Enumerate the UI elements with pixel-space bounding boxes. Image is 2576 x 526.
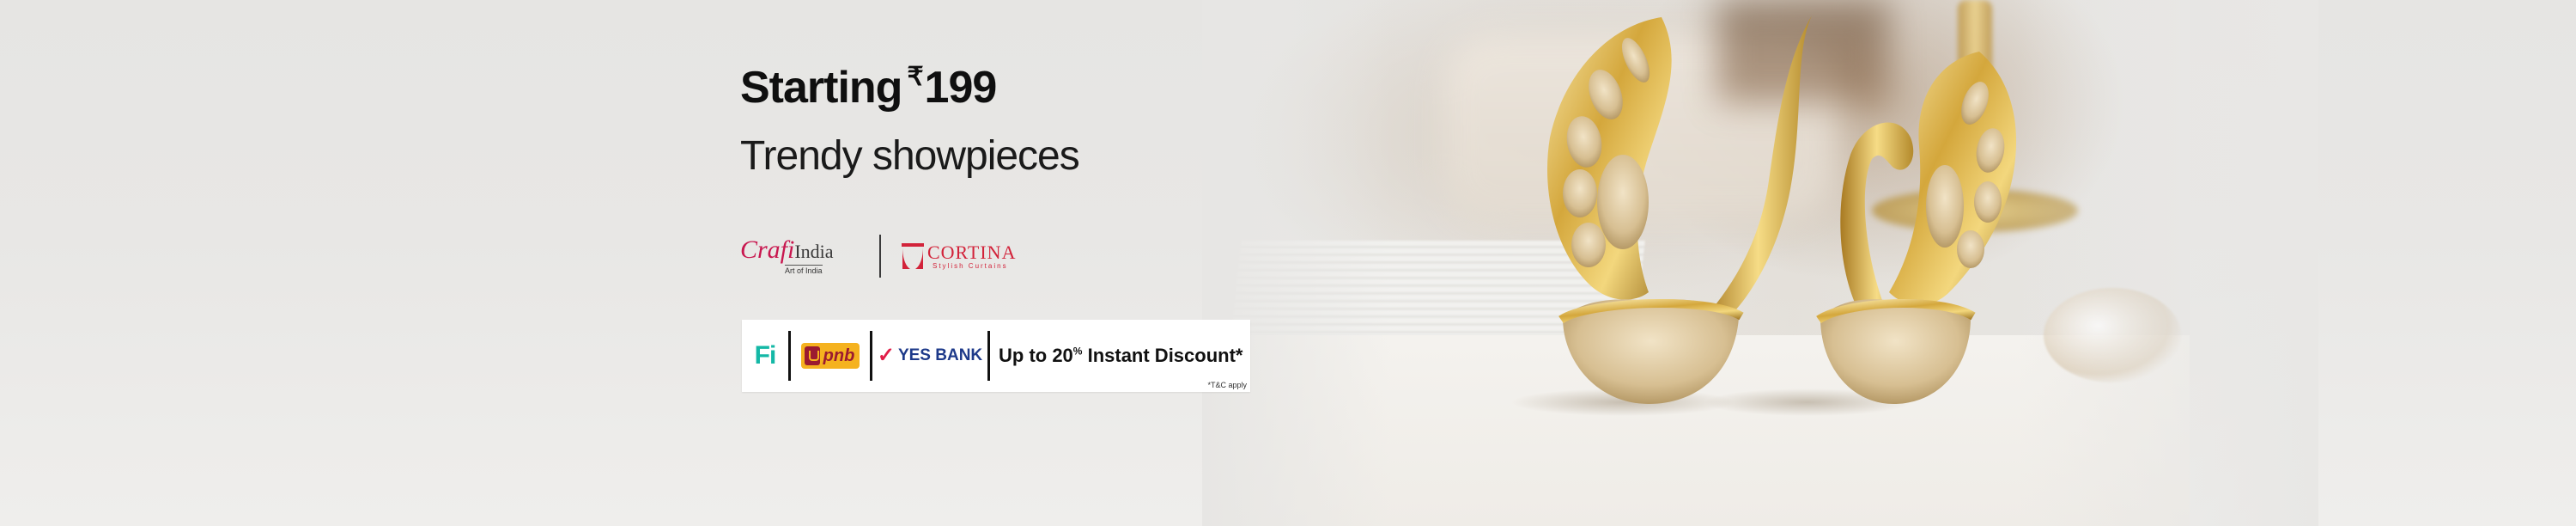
brand-logos: CrafiIndia Art of India CORTINA Stylish …: [740, 232, 1016, 280]
discount-text: Up to 20% Instant Discount*: [990, 345, 1242, 367]
crafi-tagline: Art of India: [785, 265, 823, 275]
terms-note: *T&C apply: [1207, 381, 1247, 389]
brand-divider: [879, 235, 881, 278]
headline-price-value: 199: [924, 63, 998, 113]
promo-banner[interactable]: Starting ₹199 Trendy showpieces CrafiIndi…: [0, 0, 2576, 526]
discount-prefix: Up to 20: [999, 345, 1073, 366]
yes-check-icon: ✓: [877, 344, 895, 367]
cortina-logo-icon[interactable]: CORTINA Stylish Curtains: [900, 242, 1016, 271]
crafi-india-logo-icon[interactable]: CrafiIndia Art of India: [740, 235, 862, 276]
headline-prefix: Starting: [740, 63, 902, 113]
discount-percent-sign: %: [1072, 345, 1083, 358]
yes-bank-logo-icon: ✓ YES BANK: [872, 344, 987, 367]
cortina-tagline: Stylish Curtains: [933, 261, 1008, 270]
headline-price: Starting ₹199: [740, 62, 998, 113]
fi-logo-text: Fi: [754, 341, 777, 370]
crafi-script: Crafi: [740, 235, 795, 264]
currency-symbol: ₹: [907, 63, 923, 91]
pnb-mark-icon: [804, 346, 820, 365]
yes-bank-logo-text: YES BANK: [897, 346, 983, 364]
bank-offer-card[interactable]: Fi pnb ✓ YES BANK Up to 20% Instant Disc…: [742, 320, 1250, 392]
headline-subtitle: Trendy showpieces: [740, 133, 1080, 179]
crafi-india: India: [794, 241, 834, 262]
fi-bank-logo-icon: Fi: [742, 341, 788, 370]
cortina-name: CORTINA: [927, 241, 1017, 263]
cortina-curtain-icon: [902, 243, 924, 269]
pnb-logo-text: pnb: [823, 346, 855, 365]
discount-suffix: Instant Discount*: [1082, 345, 1243, 366]
pnb-logo-icon: pnb: [791, 343, 870, 369]
